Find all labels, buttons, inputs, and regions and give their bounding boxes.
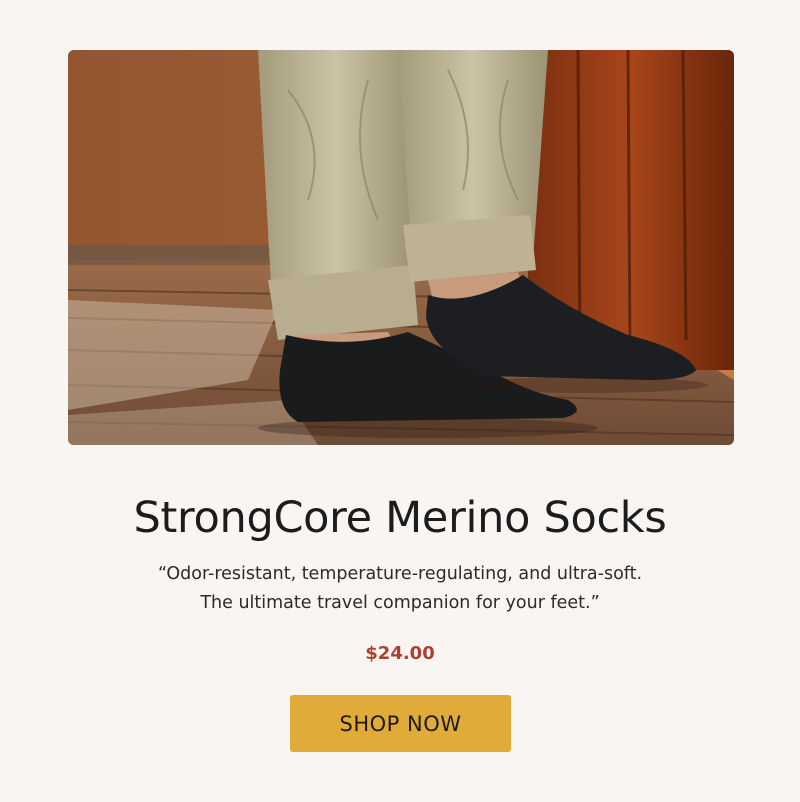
product-quote: “Odor-resistant, temperature-regulating,…: [0, 560, 800, 618]
product-quote-line-1: “Odor-resistant, temperature-regulating,…: [157, 564, 643, 584]
product-title: StrongCore Merino Socks: [133, 493, 667, 543]
product-price: $24.00: [365, 643, 435, 664]
shop-now-button[interactable]: SHOP NOW: [290, 695, 511, 752]
product-photo: [68, 50, 734, 445]
product-quote-line-2: The ultimate travel companion for your f…: [200, 593, 600, 613]
